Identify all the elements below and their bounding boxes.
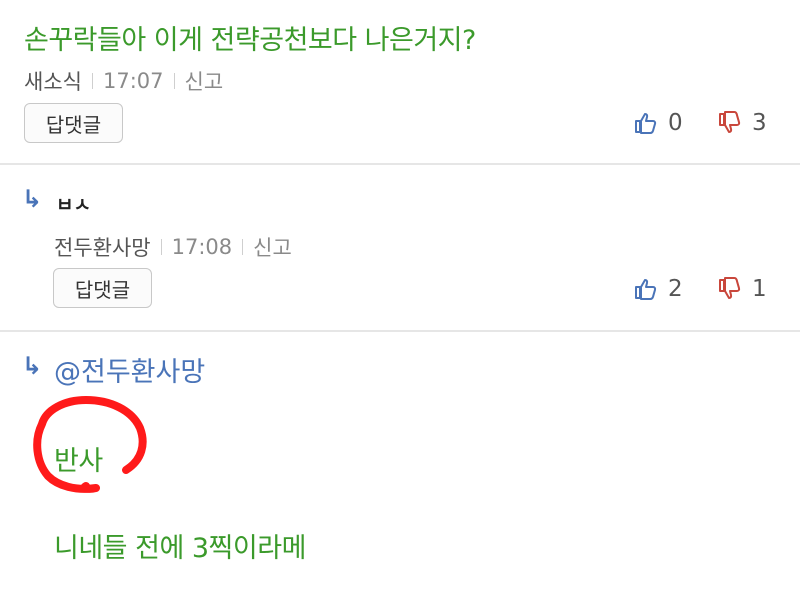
reply-comment-item: ↳ ㅂㅅ 전두환사망 17:08 신고 답댓글 2 1	[0, 165, 800, 330]
like-button[interactable]: 2	[634, 276, 683, 302]
dislike-button[interactable]: 3	[718, 110, 767, 136]
thumb-down-icon	[719, 277, 741, 299]
dislike-button[interactable]: 1	[718, 276, 767, 302]
report-link[interactable]: 신고	[185, 66, 224, 96]
comment-author[interactable]: 새소식	[24, 66, 82, 96]
reply-arrow-icon: ↳	[22, 185, 43, 213]
comment-time: 17:08	[171, 235, 233, 259]
comment-item: 손꾸락들아 이게 전략공천보다 나은거지? 새소식 17:07 신고 답댓글 0…	[0, 0, 800, 164]
comment-time: 17:07	[102, 69, 164, 93]
comment-author[interactable]: 전두환사망	[54, 232, 151, 262]
comment-text: 손꾸락들아 이게 전략공천보다 나은거지?	[24, 25, 476, 56]
mention-author[interactable]: @전두환사망	[54, 350, 205, 389]
thumb-up-icon	[635, 279, 657, 300]
comment-meta: 전두환사망 17:08 신고	[54, 232, 292, 262]
reply-arrow-icon: ↳	[22, 352, 43, 380]
dislike-count: 1	[752, 276, 767, 302]
like-button[interactable]: 0	[634, 110, 683, 136]
meta-separator	[160, 239, 162, 255]
red-circle-annotation	[33, 396, 147, 493]
report-link[interactable]: 신고	[253, 232, 292, 262]
like-count: 0	[668, 110, 683, 136]
thumb-up-icon	[635, 113, 657, 134]
reply-button[interactable]: 답댓글	[53, 268, 152, 308]
like-count: 2	[668, 276, 683, 302]
dislike-count: 3	[752, 110, 767, 136]
comment-meta: 새소식 17:07 신고	[24, 66, 223, 96]
comment-text-line: 니네들 전에 3찍이라메	[54, 533, 306, 564]
meta-separator	[242, 239, 244, 255]
reply-button[interactable]: 답댓글	[24, 103, 123, 143]
thumb-down-icon	[719, 111, 741, 133]
meta-separator	[173, 73, 175, 89]
meta-separator	[91, 73, 93, 89]
comment-text: ㅂㅅ	[56, 194, 91, 216]
